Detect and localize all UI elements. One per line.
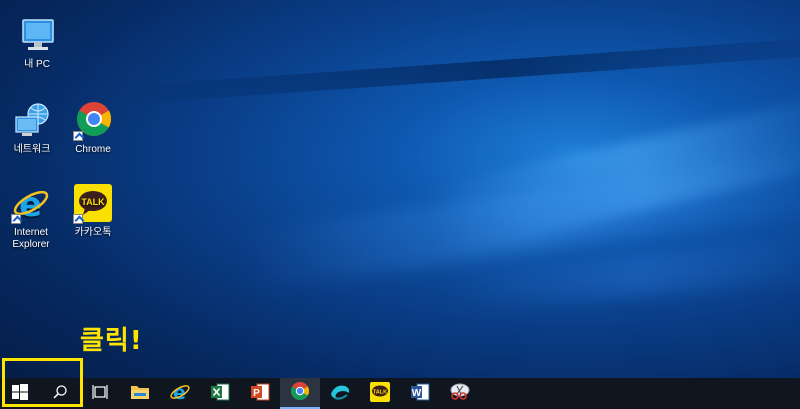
svg-text:W: W: [412, 388, 422, 399]
shortcut-arrow-icon: [73, 214, 83, 224]
desktop-icon-label: Chrome: [75, 144, 111, 155]
kakaotalk-icon: TALK: [73, 184, 113, 224]
wallpaper-beam: [238, 148, 800, 292]
svg-text:e: e: [19, 185, 42, 224]
kakaotalk-icon: TALK: [370, 381, 390, 406]
excel-icon: [210, 382, 230, 406]
taskbar-chrome[interactable]: [280, 378, 320, 409]
chrome-icon: [290, 381, 310, 405]
click-callout: 클릭!: [80, 326, 143, 356]
task-view-button[interactable]: [80, 378, 120, 409]
internet-explorer-icon: e: [169, 381, 191, 407]
taskbar-file-explorer[interactable]: [120, 378, 160, 409]
desktop-icon-label: Internet Explorer: [12, 227, 50, 250]
wallpaper-beam: [120, 33, 800, 105]
taskbar-internet-explorer[interactable]: e: [160, 378, 200, 409]
highlight-box: [2, 358, 83, 407]
desktop-icon-label: 네트워크: [13, 144, 51, 155]
desktop-icon-internet-explorer[interactable]: e Internet Explorer: [0, 184, 62, 251]
powerpoint-icon: P: [250, 382, 270, 406]
swirl-app-icon: [329, 382, 351, 406]
chrome-icon: [73, 101, 113, 141]
desktop-icon-network[interactable]: 네트워크: [1, 101, 63, 156]
desktop-icon-label: 내 PC: [24, 59, 50, 70]
folder-icon: [130, 383, 150, 405]
shortcut-arrow-icon: [73, 131, 83, 141]
word-icon: W: [410, 382, 430, 406]
svg-text:TALK: TALK: [81, 197, 105, 207]
desktop-icon-this-pc[interactable]: 내 PC: [6, 16, 68, 71]
desktop-icon-kakaotalk[interactable]: TALK 카카오톡: [62, 184, 124, 239]
this-pc-icon: [17, 16, 57, 56]
internet-explorer-icon: e: [11, 184, 51, 225]
taskbar-excel[interactable]: [200, 378, 240, 409]
svg-text:P: P: [253, 388, 260, 399]
wallpaper-beam: [427, 93, 800, 257]
shortcut-arrow-icon: [11, 214, 21, 224]
task-view-icon: [92, 384, 108, 404]
taskbar-word[interactable]: W: [400, 378, 440, 409]
taskbar-swirl-app[interactable]: [320, 378, 360, 409]
taskbar-snipping-tool[interactable]: [440, 378, 480, 409]
wallpaper-beam: [448, 238, 800, 312]
taskbar-kakaotalk[interactable]: TALK: [360, 378, 400, 409]
desktop-icon-chrome[interactable]: Chrome: [62, 101, 124, 156]
taskbar-powerpoint[interactable]: P: [240, 378, 280, 409]
scissors-icon: [449, 382, 471, 406]
taskbar: e P TALK W: [0, 378, 800, 409]
svg-text:e: e: [173, 382, 186, 403]
svg-text:TALK: TALK: [373, 389, 387, 395]
desktop-icon-label: 카카오톡: [74, 227, 112, 238]
network-icon: [12, 101, 52, 141]
